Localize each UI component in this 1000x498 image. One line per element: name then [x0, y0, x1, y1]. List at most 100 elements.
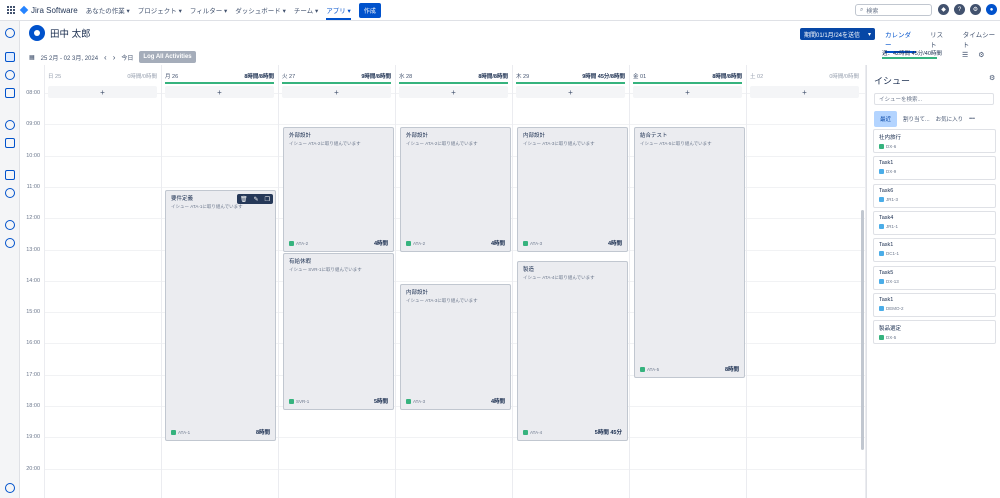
- user-header: 田中 太郎: [29, 25, 91, 41]
- issue-key: DC1-1: [886, 251, 900, 257]
- next-week-icon[interactable]: ›: [113, 53, 116, 62]
- issue-card[interactable]: Task6 JR1-3: [873, 183, 996, 208]
- date-range[interactable]: 25 2月 - 02 3月, 2024: [41, 53, 98, 62]
- add-worklog-button[interactable]: +: [165, 86, 274, 98]
- delete-icon[interactable]: 🗑: [240, 196, 248, 203]
- day-label: 月 26: [165, 73, 179, 80]
- add-worklog-button[interactable]: +: [399, 86, 508, 98]
- support-icon[interactable]: [5, 238, 15, 248]
- add-worklog-button[interactable]: +: [282, 86, 391, 98]
- day-label: 金 01: [633, 73, 647, 80]
- expand-icon[interactable]: [5, 483, 15, 493]
- day-label: 木 29: [516, 73, 530, 80]
- copy-icon[interactable]: ❐: [265, 196, 270, 203]
- worklog-card[interactable]: 要件定義 イシュー ATA-1に取り組んでいます ATA-1 8時間: [165, 190, 276, 441]
- edit-icon[interactable]: ✎: [254, 196, 259, 203]
- day-header: 火 27 9時間/8時間: [282, 69, 391, 82]
- menu-projects[interactable]: プロジェクト ▾: [138, 5, 182, 15]
- calendar-icon[interactable]: [5, 52, 15, 62]
- log-all-activities-button[interactable]: Log All Activities: [139, 51, 196, 63]
- filter-icon[interactable]: ☰: [962, 51, 968, 59]
- day-hours: 0時間/0時間: [127, 73, 157, 80]
- task-check-icon: [289, 398, 294, 404]
- issue-card[interactable]: Task4 JR1-1: [873, 210, 996, 235]
- report-icon[interactable]: [5, 88, 15, 98]
- date-picker-icon[interactable]: ▦: [29, 54, 35, 61]
- check-circle-icon[interactable]: [5, 28, 15, 38]
- calendar-scrollbar[interactable]: [861, 210, 864, 450]
- app-switcher-icon[interactable]: [7, 6, 15, 14]
- tab-recent[interactable]: 最近: [874, 111, 898, 127]
- day-column-divider: [44, 65, 45, 498]
- worklog-card[interactable]: 有給休暇 イシュー SVR-1に取り組んでいます SVR-1 5時間: [283, 253, 394, 410]
- worklog-description: イシュー ATA-3に取り組んでいます: [406, 298, 478, 303]
- prev-week-icon[interactable]: ‹: [104, 53, 107, 62]
- issue-type-icon: [879, 169, 884, 175]
- worklog-card[interactable]: 内部設計 イシュー ATA-3に取り組んでいます ATA-3 4時間: [517, 127, 628, 252]
- day-column-divider: [278, 65, 279, 498]
- hour-label: 11:00: [26, 184, 40, 190]
- today-button[interactable]: 今日: [121, 53, 133, 62]
- worklog-description: イシュー ATA-5に取り組んでいます: [640, 141, 712, 146]
- task-check-icon: [289, 240, 294, 246]
- add-worklog-button[interactable]: +: [516, 86, 625, 98]
- issue-card[interactable]: Task1 DX-9: [873, 156, 996, 181]
- help-icon[interactable]: ?: [954, 4, 965, 15]
- add-worklog-button[interactable]: +: [633, 86, 742, 98]
- issue-key: DX-5: [886, 335, 897, 341]
- worklog-card[interactable]: 製造 イシュー ATA-4に取り組んでいます ATA-4 5時間 45分: [517, 261, 628, 441]
- search-input[interactable]: ⌕ 検索: [855, 4, 932, 16]
- submit-period-button[interactable]: 期間01/1月/24を送信 ▾: [800, 28, 875, 40]
- worklog-card[interactable]: 外部設計 イシュー ATA-2に取り組んでいます ATA-2 4時間: [283, 127, 394, 252]
- issue-card[interactable]: Task1 DC1-1: [873, 238, 996, 263]
- issue-type-icon: [879, 278, 884, 284]
- worklog-card[interactable]: 外部設計 イシュー ATA-2に取り組んでいます ATA-2 4時間: [400, 127, 511, 252]
- menu-filters[interactable]: フィルター ▾: [190, 5, 227, 15]
- menu-apps[interactable]: アプリ ▾: [326, 5, 351, 20]
- hour-label: 12:00: [26, 215, 40, 221]
- team-icon[interactable]: [5, 120, 15, 130]
- worklog-title: 製造: [523, 267, 535, 273]
- issue-card[interactable]: 社内旅行 DX-6: [873, 129, 996, 153]
- menu-your-work[interactable]: あなたの作業 ▾: [86, 5, 130, 15]
- week-summary: 週：42時間 45分/40時間: [882, 51, 942, 57]
- create-button[interactable]: 作成: [358, 2, 381, 18]
- jira-logo[interactable]: Jira Software: [19, 6, 78, 15]
- more-icon[interactable]: •••: [969, 116, 975, 122]
- hour-label: 16:00: [26, 340, 40, 346]
- tab-favorites[interactable]: お気に入り: [936, 115, 964, 123]
- worklog-title: 内部設計: [406, 290, 429, 296]
- worklog-title: 結合テスト: [640, 133, 668, 139]
- tab-timesheet[interactable]: タイムシート: [963, 29, 1000, 53]
- issue-card[interactable]: 製品選定 DX-5: [873, 320, 996, 345]
- settings-icon[interactable]: ⚙: [970, 4, 981, 15]
- user-card-icon[interactable]: [5, 138, 15, 148]
- user-avatar: [29, 25, 45, 41]
- issue-type-icon: [879, 335, 884, 341]
- menu-dashboards[interactable]: ダッシュボード ▾: [235, 5, 286, 15]
- worklog-card[interactable]: 内部設計 イシュー ATA-3に取り組んでいます ATA-3 4時間: [400, 284, 511, 410]
- add-worklog-button[interactable]: +: [750, 86, 859, 98]
- menu-teams[interactable]: チーム ▾: [294, 5, 318, 15]
- notification-icon[interactable]: ◆: [938, 4, 949, 15]
- gear-icon[interactable]: [5, 188, 15, 198]
- issue-search-input[interactable]: イシューを検索...: [874, 93, 994, 105]
- day-complete-indicator: [516, 82, 625, 84]
- help-circle-icon[interactable]: [5, 220, 15, 230]
- issue-card[interactable]: Task1 DEMO-2: [873, 292, 996, 317]
- tab-assigned[interactable]: 割り当て...: [903, 115, 930, 123]
- profile-avatar[interactable]: ●: [986, 4, 997, 15]
- day-label: 水 28: [399, 73, 413, 80]
- worklog-card[interactable]: 結合テスト イシュー ATA-5に取り組んでいます ATA-5 8時間: [634, 127, 745, 378]
- hour-label: 20:00: [26, 466, 40, 472]
- issue-card[interactable]: Task5 DX-13: [873, 265, 996, 290]
- apps-grid-icon[interactable]: [5, 170, 15, 180]
- day-column-divider: [746, 65, 747, 498]
- calendar-settings-icon[interactable]: ⚙: [978, 51, 984, 59]
- play-icon[interactable]: [5, 70, 15, 80]
- gear-icon[interactable]: ⚙: [989, 74, 995, 82]
- issue-panel: イシュー ⚙ イシューを検索... 最近 割り当て... お気に入り ••• 社…: [866, 65, 1000, 498]
- day-hours: 8時間/8時間: [712, 73, 742, 80]
- issue-title: 製品選定: [879, 326, 902, 333]
- add-worklog-button[interactable]: +: [48, 86, 157, 98]
